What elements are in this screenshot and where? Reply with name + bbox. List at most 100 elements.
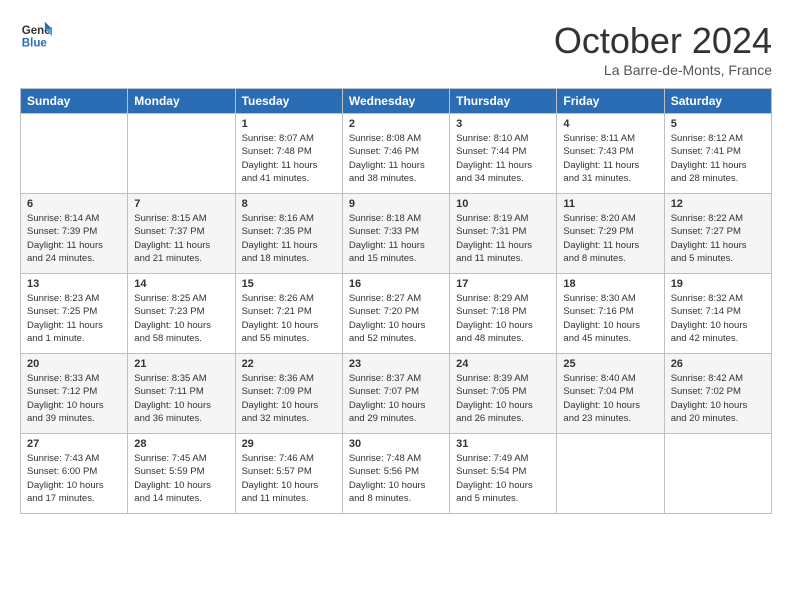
calendar-day-cell: 15 Sunrise: 8:26 AMSunset: 7:21 PMDaylig… (235, 274, 342, 354)
day-number: 22 (242, 358, 336, 370)
calendar-day-cell: 2 Sunrise: 8:08 AMSunset: 7:46 PMDayligh… (342, 114, 449, 194)
logo: General Blue (20, 20, 52, 52)
calendar-day-cell (664, 434, 771, 514)
day-info: Sunrise: 8:16 AMSunset: 7:35 PMDaylight:… (242, 212, 336, 265)
day-number: 31 (456, 438, 550, 450)
calendar-week-row: 20 Sunrise: 8:33 AMSunset: 7:12 PMDaylig… (21, 354, 772, 434)
calendar-day-cell: 23 Sunrise: 8:37 AMSunset: 7:07 PMDaylig… (342, 354, 449, 434)
calendar-table: SundayMondayTuesdayWednesdayThursdayFrid… (20, 88, 772, 514)
day-info: Sunrise: 8:18 AMSunset: 7:33 PMDaylight:… (349, 212, 443, 265)
calendar-day-header: Sunday (21, 89, 128, 114)
day-number: 11 (563, 198, 657, 210)
day-number: 23 (349, 358, 443, 370)
calendar-day-cell: 19 Sunrise: 8:32 AMSunset: 7:14 PMDaylig… (664, 274, 771, 354)
day-info: Sunrise: 8:33 AMSunset: 7:12 PMDaylight:… (27, 372, 121, 425)
calendar-day-cell: 31 Sunrise: 7:49 AMSunset: 5:54 PMDaylig… (450, 434, 557, 514)
calendar-day-cell: 6 Sunrise: 8:14 AMSunset: 7:39 PMDayligh… (21, 194, 128, 274)
day-info: Sunrise: 8:26 AMSunset: 7:21 PMDaylight:… (242, 292, 336, 345)
day-info: Sunrise: 8:10 AMSunset: 7:44 PMDaylight:… (456, 132, 550, 185)
day-number: 2 (349, 118, 443, 130)
day-info: Sunrise: 8:29 AMSunset: 7:18 PMDaylight:… (456, 292, 550, 345)
day-info: Sunrise: 8:22 AMSunset: 7:27 PMDaylight:… (671, 212, 765, 265)
day-number: 13 (27, 278, 121, 290)
calendar-day-cell: 9 Sunrise: 8:18 AMSunset: 7:33 PMDayligh… (342, 194, 449, 274)
calendar-day-cell: 29 Sunrise: 7:46 AMSunset: 5:57 PMDaylig… (235, 434, 342, 514)
day-info: Sunrise: 8:12 AMSunset: 7:41 PMDaylight:… (671, 132, 765, 185)
calendar-day-cell: 11 Sunrise: 8:20 AMSunset: 7:29 PMDaylig… (557, 194, 664, 274)
page-header: General Blue October 2024 La Barre-de-Mo… (20, 20, 772, 78)
calendar-day-cell: 24 Sunrise: 8:39 AMSunset: 7:05 PMDaylig… (450, 354, 557, 434)
location: La Barre-de-Monts, France (554, 62, 772, 78)
svg-text:Blue: Blue (22, 38, 48, 50)
day-info: Sunrise: 8:37 AMSunset: 7:07 PMDaylight:… (349, 372, 443, 425)
day-number: 14 (134, 278, 228, 290)
day-number: 4 (563, 118, 657, 130)
calendar-week-row: 13 Sunrise: 8:23 AMSunset: 7:25 PMDaylig… (21, 274, 772, 354)
day-info: Sunrise: 8:36 AMSunset: 7:09 PMDaylight:… (242, 372, 336, 425)
day-number: 1 (242, 118, 336, 130)
calendar-day-header: Saturday (664, 89, 771, 114)
calendar-day-cell: 20 Sunrise: 8:33 AMSunset: 7:12 PMDaylig… (21, 354, 128, 434)
day-info: Sunrise: 8:20 AMSunset: 7:29 PMDaylight:… (563, 212, 657, 265)
calendar-day-cell: 14 Sunrise: 8:25 AMSunset: 7:23 PMDaylig… (128, 274, 235, 354)
day-number: 9 (349, 198, 443, 210)
day-number: 15 (242, 278, 336, 290)
day-info: Sunrise: 8:27 AMSunset: 7:20 PMDaylight:… (349, 292, 443, 345)
day-info: Sunrise: 8:42 AMSunset: 7:02 PMDaylight:… (671, 372, 765, 425)
calendar-day-header: Wednesday (342, 89, 449, 114)
day-info: Sunrise: 8:11 AMSunset: 7:43 PMDaylight:… (563, 132, 657, 185)
day-number: 16 (349, 278, 443, 290)
calendar-week-row: 1 Sunrise: 8:07 AMSunset: 7:48 PMDayligh… (21, 114, 772, 194)
day-number: 8 (242, 198, 336, 210)
day-info: Sunrise: 7:48 AMSunset: 5:56 PMDaylight:… (349, 452, 443, 505)
day-info: Sunrise: 7:49 AMSunset: 5:54 PMDaylight:… (456, 452, 550, 505)
calendar-day-cell: 26 Sunrise: 8:42 AMSunset: 7:02 PMDaylig… (664, 354, 771, 434)
day-number: 6 (27, 198, 121, 210)
calendar-day-cell: 27 Sunrise: 7:43 AMSunset: 6:00 PMDaylig… (21, 434, 128, 514)
calendar-day-cell (21, 114, 128, 194)
day-number: 17 (456, 278, 550, 290)
calendar-day-cell: 22 Sunrise: 8:36 AMSunset: 7:09 PMDaylig… (235, 354, 342, 434)
day-info: Sunrise: 8:15 AMSunset: 7:37 PMDaylight:… (134, 212, 228, 265)
calendar-day-cell: 1 Sunrise: 8:07 AMSunset: 7:48 PMDayligh… (235, 114, 342, 194)
day-info: Sunrise: 8:40 AMSunset: 7:04 PMDaylight:… (563, 372, 657, 425)
day-info: Sunrise: 8:30 AMSunset: 7:16 PMDaylight:… (563, 292, 657, 345)
day-info: Sunrise: 8:07 AMSunset: 7:48 PMDaylight:… (242, 132, 336, 185)
day-info: Sunrise: 8:08 AMSunset: 7:46 PMDaylight:… (349, 132, 443, 185)
day-number: 26 (671, 358, 765, 370)
logo-icon: General Blue (20, 20, 52, 52)
calendar-day-cell: 5 Sunrise: 8:12 AMSunset: 7:41 PMDayligh… (664, 114, 771, 194)
day-number: 30 (349, 438, 443, 450)
day-number: 28 (134, 438, 228, 450)
calendar-day-cell: 16 Sunrise: 8:27 AMSunset: 7:20 PMDaylig… (342, 274, 449, 354)
calendar-day-cell: 25 Sunrise: 8:40 AMSunset: 7:04 PMDaylig… (557, 354, 664, 434)
day-info: Sunrise: 7:45 AMSunset: 5:59 PMDaylight:… (134, 452, 228, 505)
day-info: Sunrise: 8:32 AMSunset: 7:14 PMDaylight:… (671, 292, 765, 345)
day-number: 5 (671, 118, 765, 130)
month-title: October 2024 (554, 20, 772, 62)
calendar-day-cell: 28 Sunrise: 7:45 AMSunset: 5:59 PMDaylig… (128, 434, 235, 514)
calendar-day-header: Friday (557, 89, 664, 114)
day-info: Sunrise: 8:35 AMSunset: 7:11 PMDaylight:… (134, 372, 228, 425)
day-info: Sunrise: 8:14 AMSunset: 7:39 PMDaylight:… (27, 212, 121, 265)
calendar-week-row: 6 Sunrise: 8:14 AMSunset: 7:39 PMDayligh… (21, 194, 772, 274)
day-number: 3 (456, 118, 550, 130)
calendar-day-cell (557, 434, 664, 514)
calendar-day-cell (128, 114, 235, 194)
calendar-day-header: Tuesday (235, 89, 342, 114)
day-number: 20 (27, 358, 121, 370)
day-number: 25 (563, 358, 657, 370)
calendar-day-header: Monday (128, 89, 235, 114)
day-number: 7 (134, 198, 228, 210)
calendar-day-cell: 12 Sunrise: 8:22 AMSunset: 7:27 PMDaylig… (664, 194, 771, 274)
calendar-day-header: Thursday (450, 89, 557, 114)
calendar-header-row: SundayMondayTuesdayWednesdayThursdayFrid… (21, 89, 772, 114)
day-number: 29 (242, 438, 336, 450)
day-number: 10 (456, 198, 550, 210)
calendar-day-cell: 21 Sunrise: 8:35 AMSunset: 7:11 PMDaylig… (128, 354, 235, 434)
title-block: October 2024 La Barre-de-Monts, France (554, 20, 772, 78)
calendar-day-cell: 8 Sunrise: 8:16 AMSunset: 7:35 PMDayligh… (235, 194, 342, 274)
calendar-day-cell: 3 Sunrise: 8:10 AMSunset: 7:44 PMDayligh… (450, 114, 557, 194)
day-number: 27 (27, 438, 121, 450)
calendar-week-row: 27 Sunrise: 7:43 AMSunset: 6:00 PMDaylig… (21, 434, 772, 514)
